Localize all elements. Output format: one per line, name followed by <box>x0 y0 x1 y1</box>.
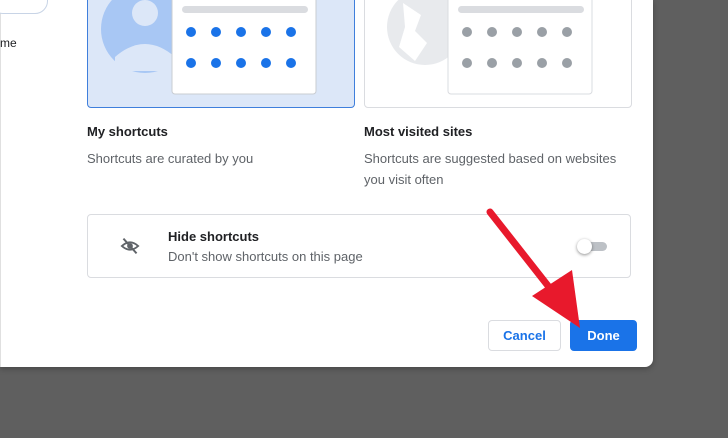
annotation-arrow-icon <box>486 208 580 328</box>
hide-shortcuts-title: Hide shortcuts <box>168 229 260 244</box>
most-visited-card[interactable] <box>364 0 632 108</box>
my-shortcuts-description: Shortcuts are curated by you <box>87 151 254 166</box>
my-shortcuts-illustration <box>101 0 317 95</box>
sidebar-item-label[interactable]: me <box>0 36 17 50</box>
most-visited-title: Most visited sites <box>364 124 473 139</box>
my-shortcuts-card[interactable] <box>87 0 355 108</box>
most-visited-illustration <box>387 0 593 95</box>
my-shortcuts-title: My shortcuts <box>87 124 168 139</box>
hide-shortcuts-subtitle: Don't show shortcuts on this page <box>168 249 363 264</box>
sidebar-divider <box>0 0 1 367</box>
most-visited-description: Shortcuts are suggested based on website… <box>364 151 617 187</box>
sidebar-pill-button[interactable] <box>0 0 48 14</box>
eye-off-icon <box>120 237 140 255</box>
